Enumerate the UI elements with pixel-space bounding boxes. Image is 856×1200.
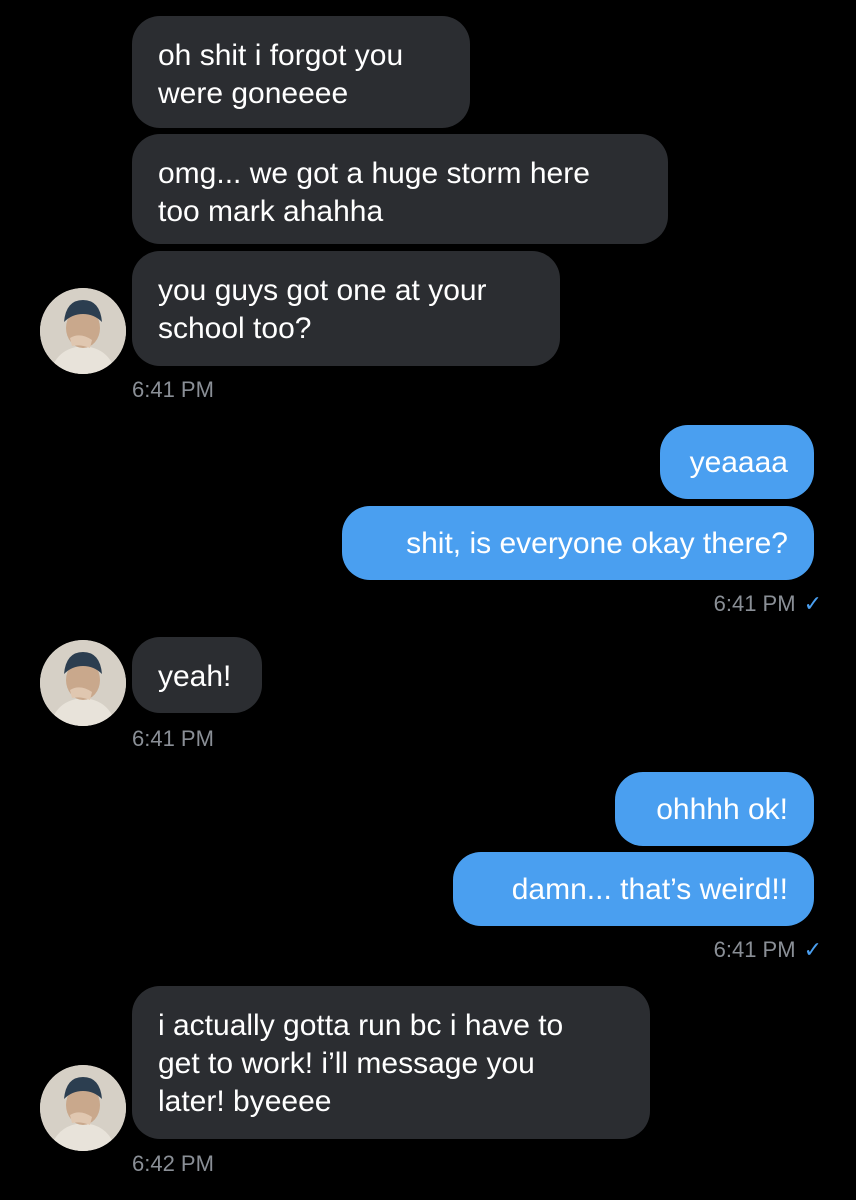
incoming-message-bubble[interactable]: oh shit i forgot you were goneeee	[132, 16, 470, 128]
timestamp-text: 6:41 PM	[713, 937, 796, 962]
message-timestamp: 6:41 PM ✓	[714, 937, 822, 963]
message-timestamp: 6:41 PM	[132, 377, 214, 402]
incoming-message-bubble[interactable]: yeah!	[132, 637, 262, 713]
outgoing-message-bubble[interactable]: yeaaaa	[660, 425, 814, 499]
check-icon: ✓	[803, 591, 822, 616]
outgoing-message-bubble[interactable]: damn... that’s weird!!	[453, 852, 814, 926]
timestamp-text: 6:41 PM	[713, 591, 796, 616]
check-icon: ✓	[803, 937, 822, 962]
incoming-message-bubble[interactable]: i actually gotta run bc i have to get to…	[132, 986, 650, 1139]
contact-avatar[interactable]	[40, 288, 126, 374]
outgoing-message-bubble[interactable]: ohhhh ok!	[615, 772, 814, 846]
incoming-message-bubble[interactable]: you guys got one at your school too?	[132, 251, 560, 366]
incoming-message-bubble[interactable]: omg... we got a huge storm here too mark…	[132, 134, 668, 244]
message-timestamp: 6:41 PM ✓	[714, 591, 822, 617]
message-timestamp: 6:41 PM	[132, 726, 214, 751]
message-timestamp: 6:42 PM	[132, 1151, 214, 1176]
outgoing-message-bubble[interactable]: shit, is everyone okay there?	[342, 506, 814, 580]
contact-avatar[interactable]	[40, 1065, 126, 1151]
contact-avatar[interactable]	[40, 640, 126, 726]
